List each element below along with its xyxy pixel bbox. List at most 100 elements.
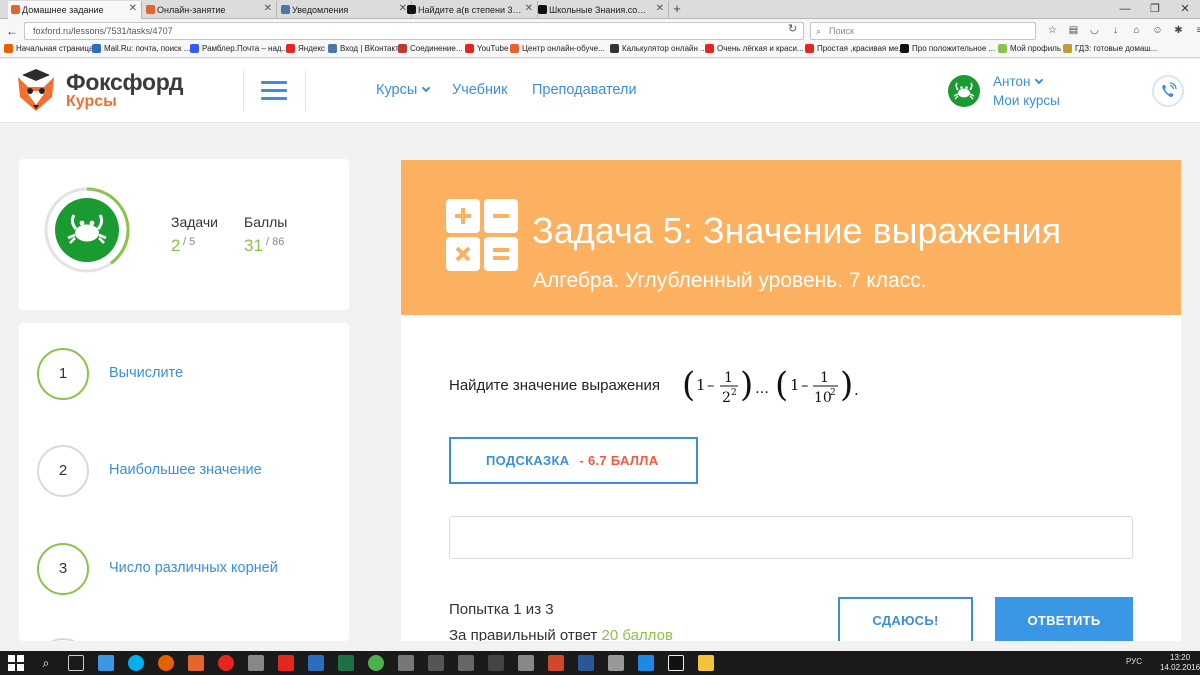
answer-input[interactable] <box>449 516 1133 559</box>
back-arrow-icon[interactable]: ← <box>4 23 20 39</box>
close-icon[interactable]: ✕ <box>264 3 272 14</box>
logo-subtitle[interactable]: Курсы <box>66 93 117 111</box>
chrome-icon[interactable] <box>368 655 384 671</box>
bookmark-item[interactable]: Mail.Ru: почта, поиск ... <box>92 44 190 53</box>
address-bar[interactable]: foxford.ru/lessons/7531/tasks/4707 <box>24 22 804 40</box>
points-label: Баллы <box>244 214 288 230</box>
task-list-item[interactable]: 1 Вычислите <box>19 343 349 403</box>
fraction-numerator: 1 <box>724 370 733 386</box>
bookmark-item[interactable]: Рамблер.Почта – над... <box>190 44 288 53</box>
browser-tab[interactable]: Домашнее задание ✕ <box>8 1 142 19</box>
language-indicator[interactable]: РУС <box>1126 657 1142 666</box>
task-link[interactable]: Наибольшее значение <box>109 462 262 478</box>
browser-tab[interactable]: Школьные Знания.com -... ✕ <box>535 1 669 19</box>
bookmark-item[interactable]: Вход | ВКонтакте <box>328 44 403 53</box>
task-view-icon[interactable] <box>68 655 84 671</box>
app-icon[interactable] <box>458 655 474 671</box>
bookmark-label: Рамблер.Почта – над... <box>202 44 289 53</box>
hint-button[interactable]: ПОДСКАЗКА - 6.7 БАЛЛА <box>449 437 698 484</box>
bookmark-item[interactable]: Очень лёгкая и краси... <box>705 44 804 53</box>
reload-icon[interactable]: ↻ <box>788 22 797 35</box>
reward-points: 20 баллов <box>601 627 673 641</box>
tasks-label: Задачи <box>171 214 219 230</box>
app-icon[interactable] <box>488 655 504 671</box>
calculator-app-icon[interactable] <box>608 655 624 671</box>
close-icon[interactable]: ✕ <box>129 3 137 14</box>
give-up-button[interactable]: СДАЮСЬ! <box>838 597 973 641</box>
close-icon[interactable]: ✕ <box>656 3 664 14</box>
calculator-icon <box>446 199 518 271</box>
browser-search-input[interactable]: ⌕ Поиск <box>810 22 1036 40</box>
clock-time: 13:20 <box>1170 653 1191 662</box>
firefox-icon[interactable] <box>158 655 174 671</box>
bookmark-item[interactable]: Калькулятор онлайн ... <box>610 44 707 53</box>
browser-tab[interactable]: Онлайн-занятие ✕ <box>143 1 277 19</box>
maximize-icon[interactable]: ❐ <box>1140 0 1170 19</box>
skype-icon[interactable] <box>128 655 144 671</box>
bookmark-item[interactable]: Соединение... <box>398 44 463 53</box>
bookmark-item[interactable]: Яндекс <box>286 44 325 53</box>
system-clock[interactable]: 13:20 14.02.2016 <box>1160 653 1200 673</box>
app-icon[interactable] <box>518 655 534 671</box>
bookmark-star-icon[interactable]: ☆ <box>1044 23 1061 39</box>
bookmark-item[interactable]: YouTube <box>465 44 508 53</box>
avatar[interactable] <box>948 75 980 107</box>
app-icon[interactable] <box>248 655 264 671</box>
pocket-icon[interactable]: ◡ <box>1086 23 1103 39</box>
submit-answer-button[interactable]: ОТВЕТИТЬ <box>995 597 1133 641</box>
task-number: 1 <box>37 348 89 400</box>
znanija-app-icon[interactable] <box>668 655 684 671</box>
edge-icon[interactable] <box>638 655 654 671</box>
app-icon[interactable] <box>398 655 414 671</box>
nav-link-courses[interactable]: Курсы <box>376 82 431 98</box>
logo-title[interactable]: Фоксфорд <box>66 69 184 96</box>
header-divider <box>305 71 306 111</box>
bookmark-item[interactable]: Центр онлайн-обуче... <box>510 44 605 53</box>
powerpoint-icon[interactable] <box>548 655 564 671</box>
task-list-item[interactable] <box>19 633 349 641</box>
phone-button[interactable] <box>1152 75 1184 107</box>
download-icon[interactable]: ↓ <box>1107 23 1124 39</box>
windows-start-icon[interactable] <box>8 655 24 671</box>
word-icon[interactable] <box>578 655 594 671</box>
close-icon[interactable]: ✕ <box>525 3 533 14</box>
task-list-item[interactable]: 3 Число различных корней <box>19 538 349 598</box>
nav-link-textbook[interactable]: Учебник <box>452 82 507 98</box>
app-icon[interactable] <box>308 655 324 671</box>
menu-icon[interactable]: ≡ <box>1191 23 1200 39</box>
browser-tab[interactable]: Найдите a(в степени 3)+... ✕ <box>404 1 538 19</box>
fox-logo-icon[interactable] <box>12 67 60 115</box>
bookmark-item[interactable]: Мой профиль <box>998 44 1061 53</box>
close-window-icon[interactable]: ✕ <box>1170 0 1200 19</box>
addon-icon[interactable]: ✱ <box>1170 23 1187 39</box>
foxford-app-icon[interactable] <box>188 655 204 671</box>
search-icon[interactable]: ⌕ <box>38 655 54 671</box>
my-courses-link[interactable]: Мои курсы <box>993 93 1060 108</box>
excel-icon[interactable] <box>338 655 354 671</box>
yandex-browser-icon[interactable] <box>218 655 234 671</box>
task-subtitle: Алгебра. Углубленный уровень. 7 класс. <box>533 269 927 292</box>
task-list-item[interactable]: 2 Наибольшее значение <box>19 440 349 500</box>
hamburger-menu-icon[interactable] <box>261 81 287 101</box>
minimize-icon[interactable]: — <box>1110 0 1140 19</box>
reading-list-icon[interactable]: ▤ <box>1065 23 1082 39</box>
bookmark-item[interactable]: Простая ,красивая ме... <box>805 44 905 53</box>
user-name-dropdown[interactable]: Антон <box>993 74 1044 89</box>
bookmark-label: Очень лёгкая и краси... <box>717 44 804 53</box>
bookmark-item[interactable]: Начальная страница <box>4 44 93 53</box>
bookmark-item[interactable]: Про положительное ... <box>900 44 995 53</box>
file-explorer-icon[interactable] <box>98 655 114 671</box>
bookmark-item[interactable]: ГДЗ: готовые домаш... <box>1063 44 1157 53</box>
nav-link-teachers[interactable]: Преподаватели <box>532 82 637 98</box>
new-tab-button[interactable]: + <box>670 1 684 16</box>
task-link[interactable]: Число различных корней <box>109 560 278 576</box>
chat-icon[interactable]: ☺ <box>1149 23 1166 39</box>
home-icon[interactable]: ⌂ <box>1128 23 1145 39</box>
folder-icon[interactable] <box>698 655 714 671</box>
yandex-icon[interactable] <box>278 655 294 671</box>
task-link[interactable]: Вычислите <box>109 365 183 381</box>
chevron-down-icon <box>1035 75 1044 85</box>
app-icon[interactable] <box>428 655 444 671</box>
problem-statement: Найдите значение выражения <box>449 377 660 394</box>
browser-tab[interactable]: Уведомления ✕ <box>278 1 412 19</box>
